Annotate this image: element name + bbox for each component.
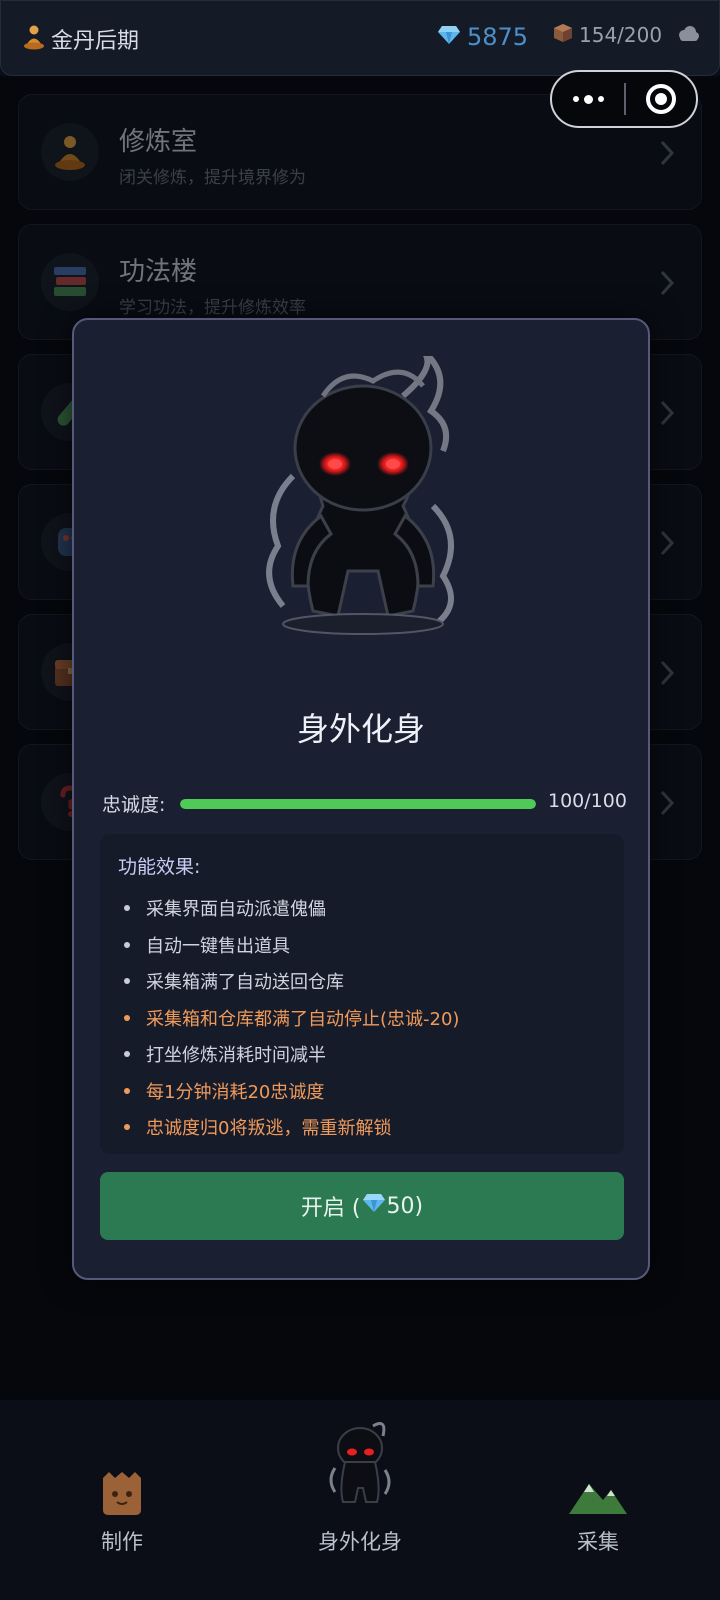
effect-text: 采集界面自动派遣傀儡 [146,899,326,921]
loyalty-label: 忠诚度: [102,794,166,816]
bullet-icon [124,941,130,948]
tab-make[interactable]: 制作 [32,1400,212,1600]
loyalty-progress-fill [180,799,536,809]
loyalty-value: 100/100 [548,790,627,812]
effect-item: 忠诚度归0将叛逃，需重新解锁 [120,1109,459,1146]
activate-button[interactable]: 开启 ( 50) [100,1172,624,1240]
effect-item: 打坐修炼消耗时间减半 [120,1036,459,1073]
effect-text: 采集箱满了自动送回仓库 [146,972,344,994]
gem-count: 5875 [467,23,529,51]
diamond-icon [437,25,461,49]
diamond-icon [362,1193,386,1219]
mini-program-capsule [550,70,698,128]
bullet-icon [124,1087,130,1094]
effect-item: 采集箱和仓库都满了自动停止(忠诚-20) [120,1000,459,1037]
storage-count: 154/200 [579,23,663,47]
tab-avatar[interactable]: 身外化身 [270,1400,450,1600]
tab-collect[interactable]: 采集 [508,1400,688,1600]
activate-button-label: 开启 ( [300,1196,361,1221]
loyalty-progress-bar [180,799,536,809]
bullet-icon [124,978,130,985]
crate-icon [553,23,573,47]
bullet-icon [124,1014,130,1021]
bullet-icon [124,905,130,912]
tab-collect-label: 采集 [577,1530,619,1554]
effects-list: 采集界面自动派遣傀儡 自动一键售出道具采集箱满了自动送回仓库采集箱和仓库都满了自动… [120,890,459,1146]
effect-item: 每1分钟消耗20忠诚度 [120,1073,459,1110]
close-miniprogram-icon[interactable] [626,84,696,114]
shadow-avatar-icon [266,356,454,635]
tab-avatar-label: 身外化身 [318,1530,402,1554]
mountain-icon [569,1484,627,1514]
effect-item: 采集界面自动派遣傀儡 [120,890,459,927]
effects-title: 功能效果: [118,856,201,878]
more-menu-icon[interactable] [552,72,624,126]
realm-text: 金丹后期 [51,29,140,54]
bullet-icon [124,1124,130,1131]
cloud-icon[interactable] [676,25,700,47]
bullet-icon [124,1051,130,1058]
activate-button-cost: 50) [386,1193,424,1219]
meditation-icon [23,24,45,54]
avatar-modal: 身外化身 忠诚度: 100/100 功能效果: 采集界面自动派遣傀儡 自动一键售出… [72,318,650,1280]
effects-panel: 功能效果: 采集界面自动派遣傀儡 自动一键售出道具采集箱满了自动送回仓库采集箱和仓… [100,834,624,1154]
tab-make-label: 制作 [101,1530,143,1554]
effect-text: 打坐修炼消耗时间减半 [146,1045,326,1067]
shadow-avatar-icon [329,1422,391,1503]
top-status-bar: 金丹后期 5875 154/200 [0,0,720,76]
realm-status: 金丹后期 [23,23,139,55]
modal-title: 身外化身 [296,710,425,748]
effect-item: 自动一键售出道具 [120,927,459,964]
effect-text: 自动一键售出道具 [146,935,290,957]
effect-text: 采集箱和仓库都满了自动停止(忠诚-20) [146,1008,460,1030]
effect-text: 忠诚度归0将叛逃，需重新解锁 [146,1118,392,1140]
effect-item: 采集箱满了自动送回仓库 [120,963,459,1000]
storage-counter: 154/200 [553,23,662,47]
wood-golem-icon [103,1472,141,1515]
bottom-tab-bar: 制作 身外化身 采集 [0,1400,720,1600]
gem-counter: 5875 [437,23,528,51]
effect-text: 每1分钟消耗20忠诚度 [146,1081,325,1103]
